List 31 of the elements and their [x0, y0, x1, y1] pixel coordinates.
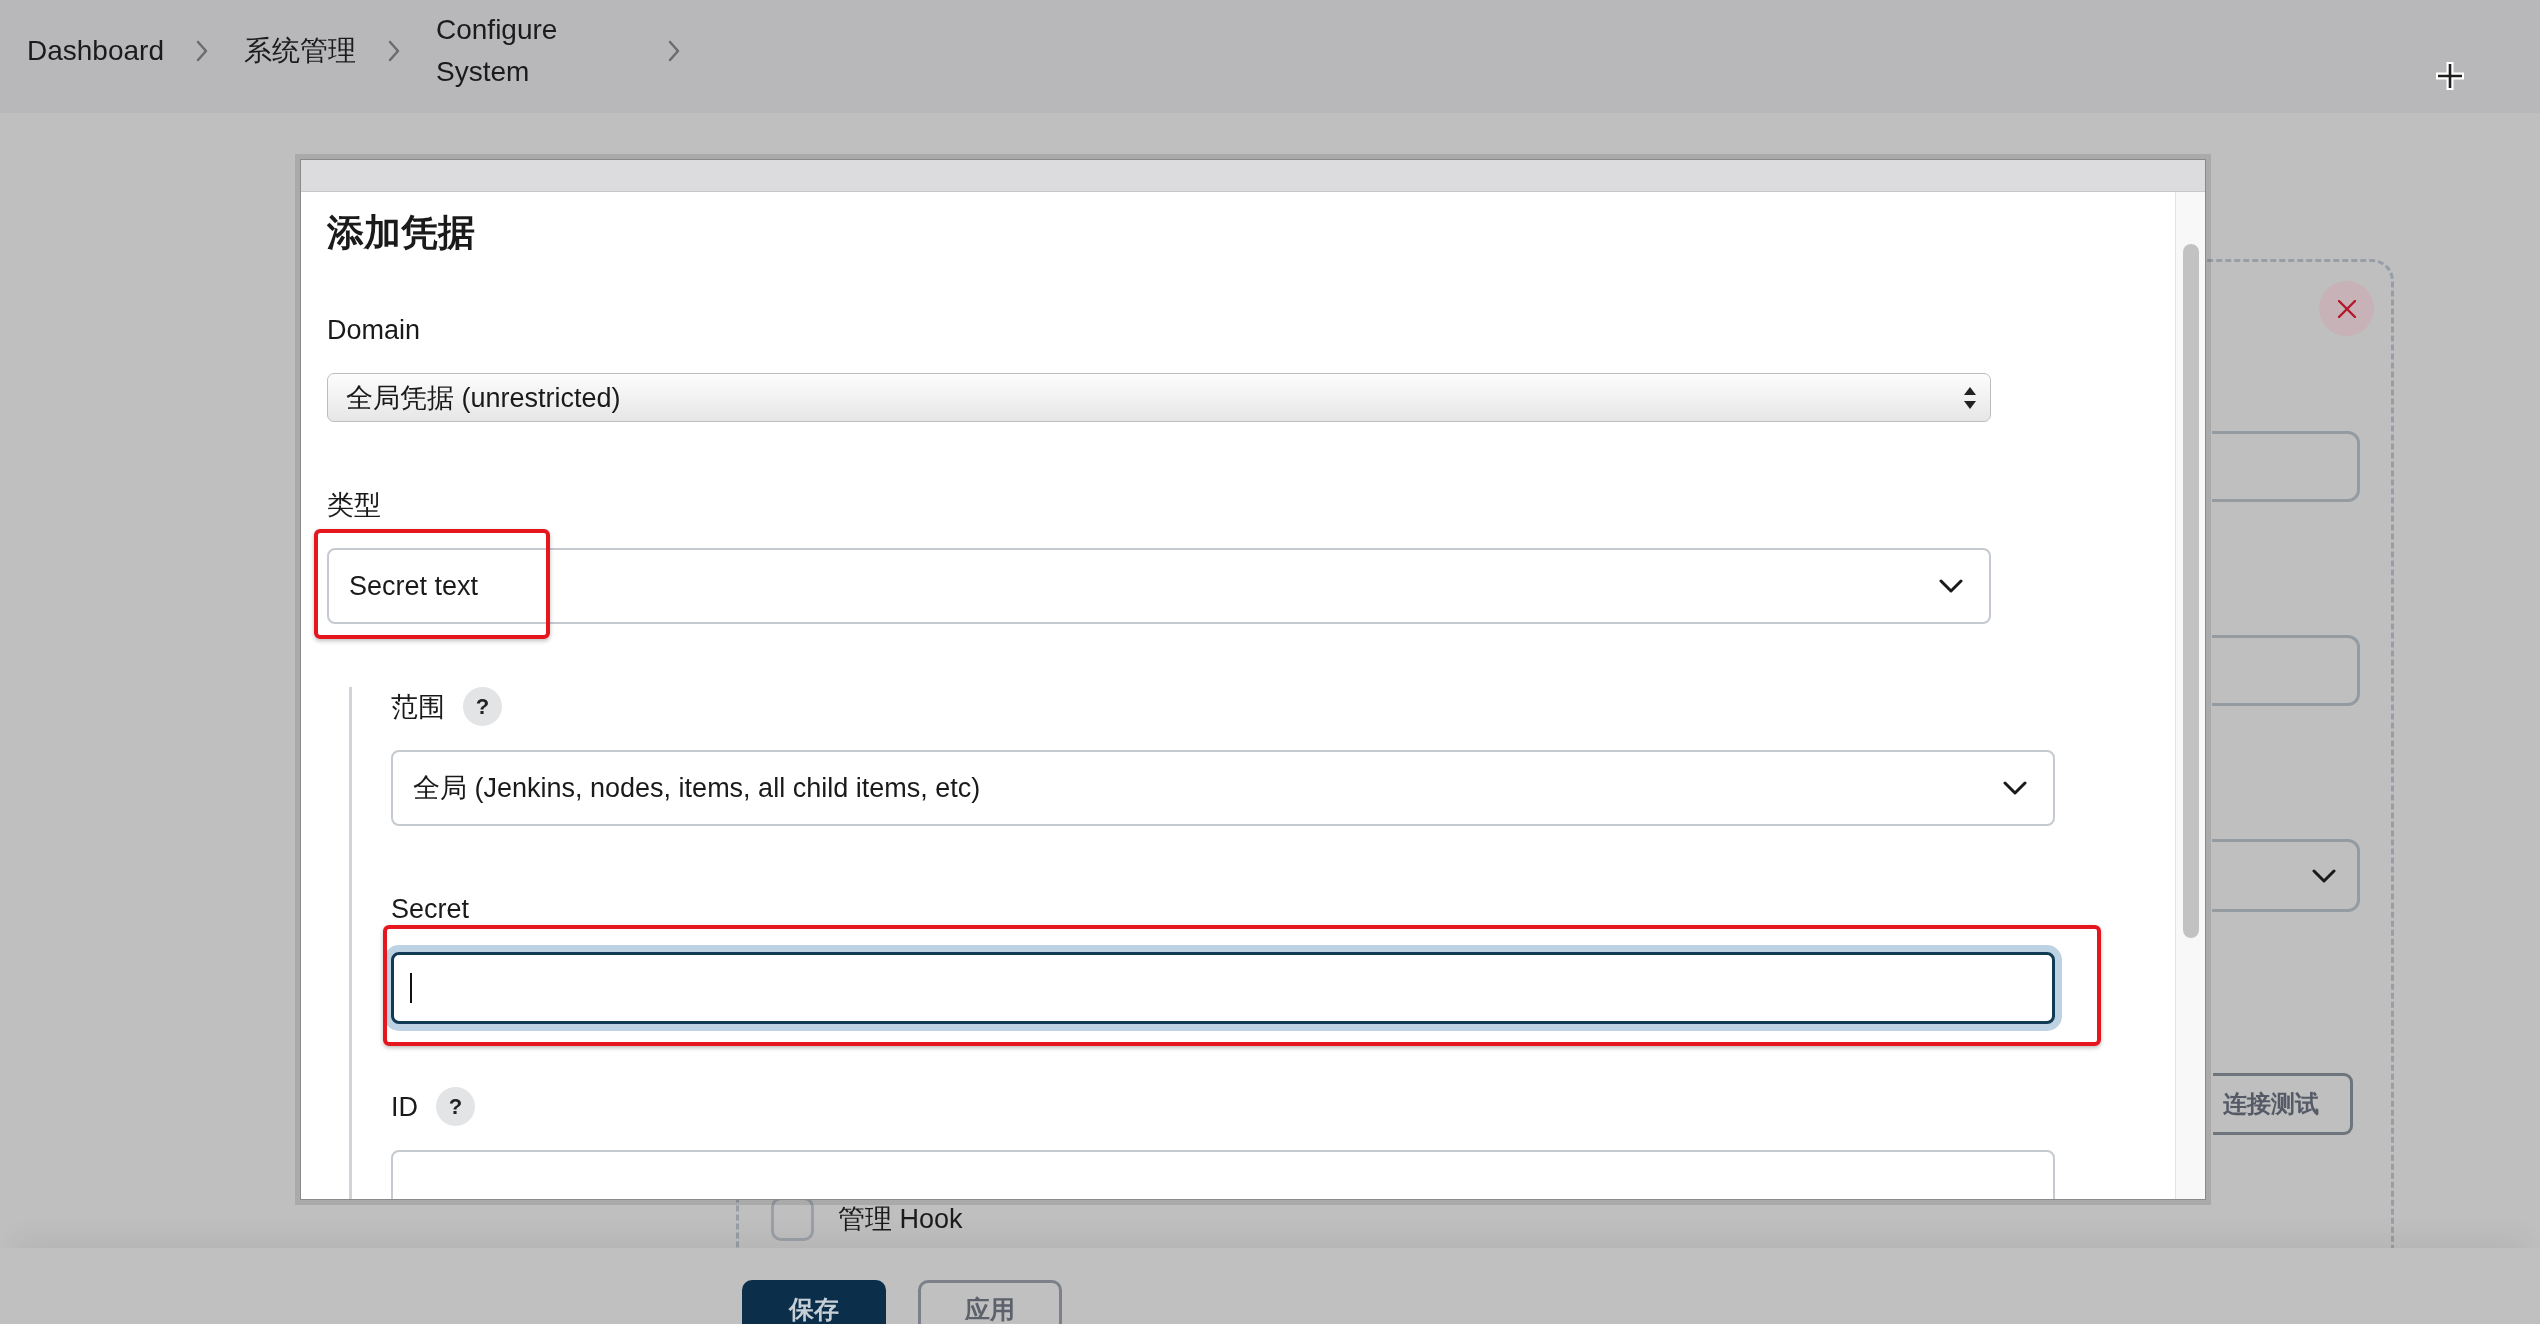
text-input[interactable] [2212, 635, 2360, 706]
chevron-right-icon [388, 39, 400, 62]
chevron-down-icon [2003, 781, 2027, 795]
text-cursor-icon [410, 973, 412, 1003]
field-label: 范围 [391, 690, 445, 723]
field-label: ID [391, 1090, 418, 1123]
close-icon [2337, 299, 2356, 318]
connection-test-button[interactable]: 连接测试 [2213, 1073, 2353, 1135]
crosshair-cursor-icon [2435, 61, 2465, 91]
scrollbar-thumb[interactable] [2183, 244, 2199, 938]
checkbox-label: 管理 Hook [838, 1203, 963, 1235]
help-button[interactable]: ? [463, 687, 502, 726]
dropdown[interactable]: 全局凭据 (unrestricted) [327, 373, 1991, 422]
help-button[interactable]: ? [436, 1087, 475, 1126]
field-label: Domain [327, 313, 421, 346]
breadcrumb-link[interactable]: 系统管理 [244, 29, 356, 72]
breadcrumb-link[interactable]: Dashboard [27, 29, 164, 72]
field-label: 类型 [327, 488, 381, 521]
chevron-right-icon [668, 39, 680, 62]
up-down-arrows-icon [1964, 386, 1976, 409]
dialog-title: 添加凭据 [327, 211, 475, 255]
dropdown[interactable]: Secret text [327, 548, 1991, 624]
chevron-down-icon [1939, 579, 1963, 593]
dropdown[interactable]: 全局 (Jenkins, nodes, items, all child items, etc) [391, 750, 2055, 826]
breadcrumb-link[interactable]: Configure System [436, 8, 636, 93]
dropdown[interactable] [2212, 839, 2360, 912]
save-button[interactable]: 保存 [742, 1280, 886, 1324]
field-label: Secret [391, 892, 470, 925]
chevron-right-icon [196, 39, 208, 62]
text-input[interactable] [2212, 431, 2360, 502]
chevron-down-icon [2312, 868, 2336, 883]
